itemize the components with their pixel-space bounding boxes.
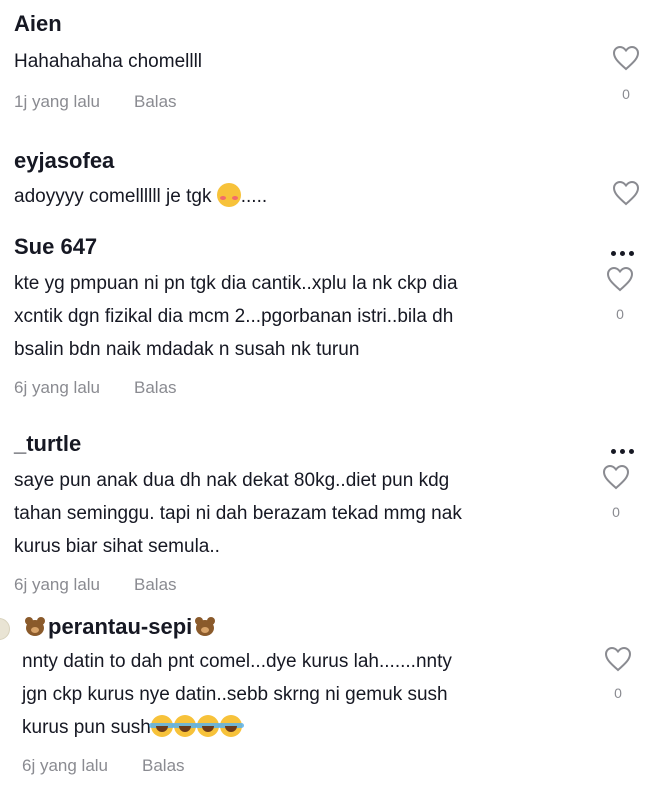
comment-text: kurus biar sihat semula..	[14, 536, 220, 557]
like-count: 0	[614, 685, 622, 701]
avatar[interactable]	[0, 618, 10, 640]
more-horizontal-icon	[611, 251, 616, 256]
comment-text-part: adoyyyy comellllll je tgk	[14, 186, 212, 207]
like-button[interactable]	[606, 266, 636, 292]
like-count: 0	[612, 504, 620, 520]
like-count: 0	[622, 86, 630, 102]
bear-face-icon	[24, 617, 46, 637]
like-button[interactable]	[604, 646, 634, 672]
like-button[interactable]	[612, 180, 642, 206]
comment-username-text[interactable]: perantau-sepi	[48, 614, 192, 639]
comment-text: nnty datin to dah pnt comel...dye kurus …	[22, 651, 452, 672]
comment-text-part: kurus pun sush	[22, 717, 151, 738]
comment-username[interactable]: eyjasofea	[14, 148, 114, 174]
bear-face-icon	[194, 617, 216, 637]
more-horizontal-icon	[629, 449, 634, 454]
comment-text: tahan seminggu. tapi ni dah berazam teka…	[14, 503, 462, 524]
comment-time: 6j yang lalu	[14, 378, 101, 397]
comment-text: adoyyyy comellllll je tgk .....	[14, 180, 267, 213]
reply-button[interactable]: Balas	[134, 575, 177, 594]
heart-outline-icon	[602, 464, 630, 490]
comment-time: 1j yang lalu	[14, 92, 101, 111]
comment-text: Hahahahaha chomellll	[14, 51, 203, 72]
reply-button[interactable]: Balas	[134, 378, 177, 397]
comment-text: bsalin bdn naik mdadak n susah nk turun	[14, 339, 360, 360]
more-horizontal-icon	[620, 449, 625, 454]
face-with-tears-of-joy-icon	[171, 715, 198, 737]
like-count: 0	[616, 306, 624, 322]
more-horizontal-icon	[629, 251, 634, 256]
comment-meta: 1j yang lalu Balas	[14, 92, 177, 112]
comment-time: 6j yang lalu	[14, 575, 101, 594]
more-horizontal-icon	[611, 449, 616, 454]
more-options-button[interactable]	[607, 441, 634, 459]
heart-outline-icon	[612, 180, 640, 206]
heart-outline-icon	[606, 266, 634, 292]
face-with-tears-of-joy-icon	[148, 715, 175, 737]
heart-outline-icon	[604, 646, 632, 672]
comment-username[interactable]: Aien	[14, 11, 62, 37]
comment-username[interactable]: Sue 647	[14, 234, 97, 260]
comment-text: jgn ckp kurus nye datin..sebb skrng ni g…	[22, 684, 448, 705]
face-with-tears-of-joy-icon	[194, 715, 221, 737]
comment-text: saye pun anak dua dh nak dekat 80kg..die…	[14, 470, 450, 491]
more-horizontal-icon	[620, 251, 625, 256]
face-with-tears-of-joy-icon	[217, 715, 244, 737]
reply-button[interactable]: Balas	[134, 92, 177, 111]
smiling-face-with-hearts-icon	[216, 183, 241, 207]
comment-meta: 6j yang lalu Balas	[14, 378, 177, 398]
more-options-button[interactable]	[607, 243, 634, 261]
comment-text: xcntik dgn fizikal dia mcm 2...pgorbanan…	[14, 306, 454, 327]
reply-button[interactable]: Balas	[142, 756, 185, 775]
like-button[interactable]	[602, 464, 632, 490]
comment-meta: 6j yang lalu Balas	[22, 756, 185, 776]
comment-meta: 6j yang lalu Balas	[14, 575, 177, 595]
comment-text: kte yg pmpuan ni pn tgk dia cantik..xplu…	[14, 273, 458, 294]
comment-text: kurus pun sush	[22, 711, 244, 744]
like-button[interactable]	[612, 45, 642, 71]
comment-username[interactable]: perantau-sepi	[22, 614, 218, 640]
heart-outline-icon	[612, 45, 640, 71]
comment-username[interactable]: _turtle	[14, 431, 81, 457]
comment-text-part: .....	[240, 186, 268, 207]
comment-time: 6j yang lalu	[22, 756, 109, 775]
